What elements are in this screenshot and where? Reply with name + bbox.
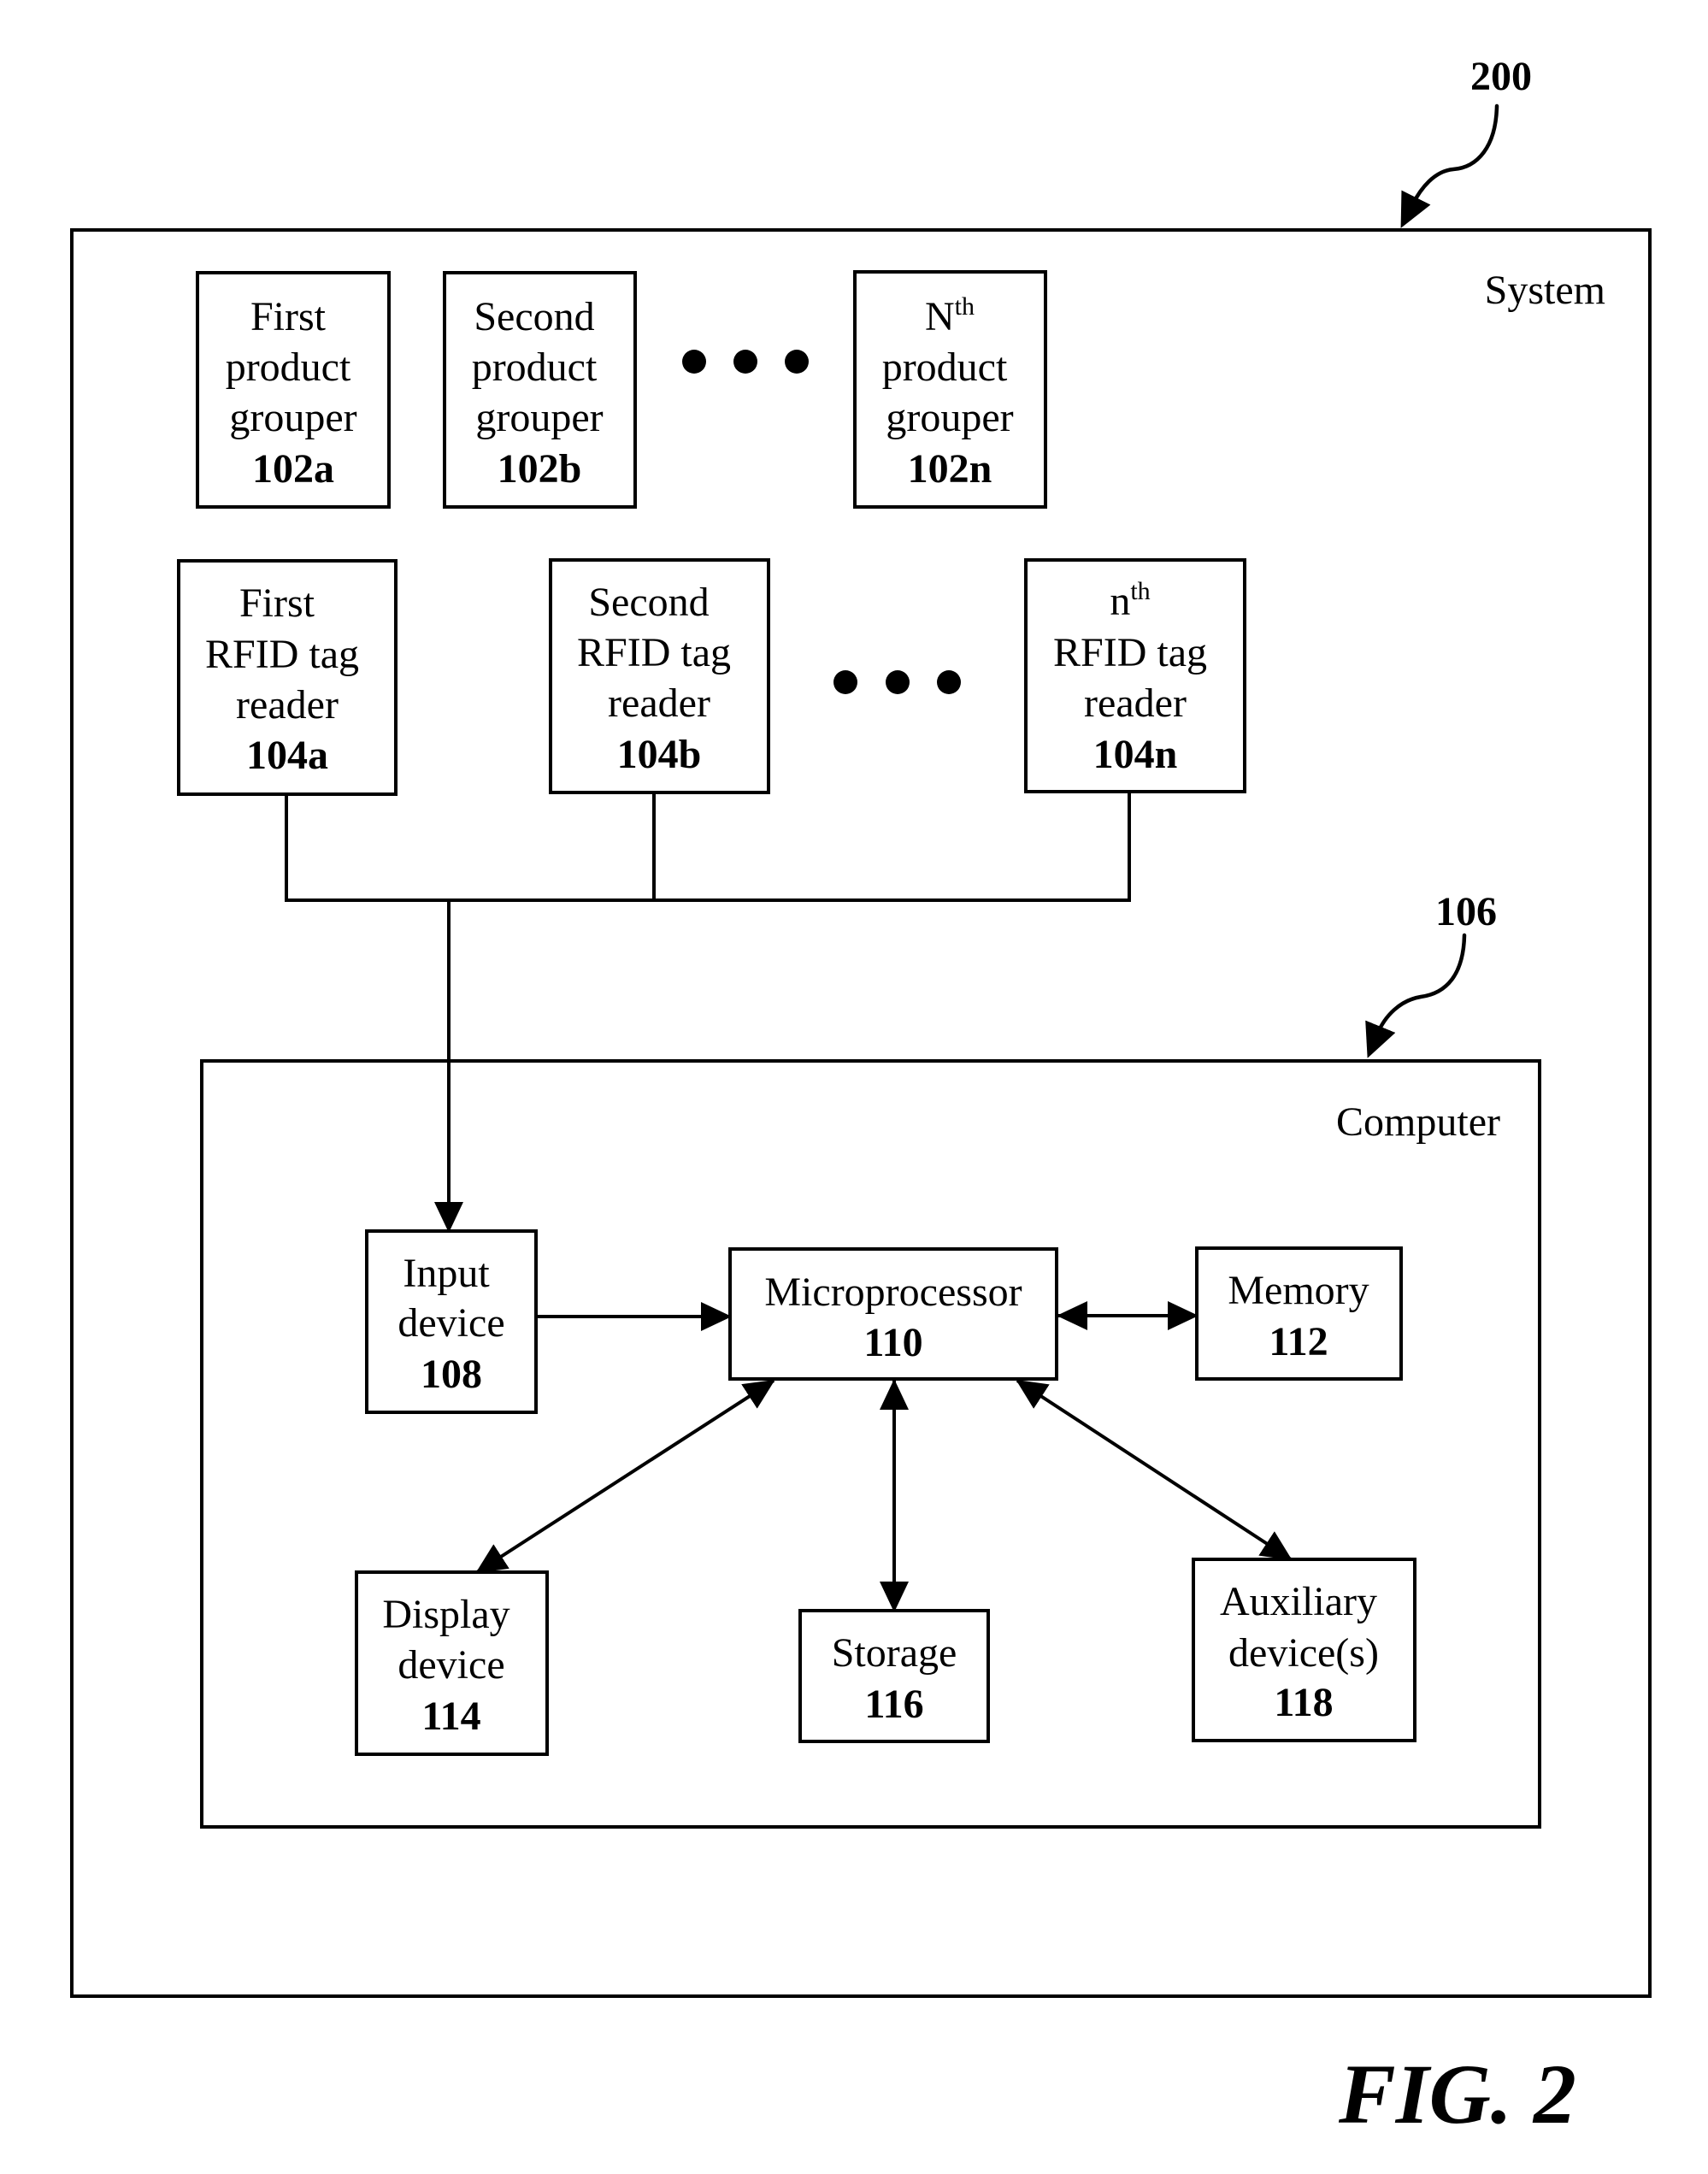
reader-line: RFID tag (1053, 630, 1207, 675)
grouper-line: product (882, 345, 1008, 390)
grouper-line: Second (474, 294, 594, 339)
reader-ref: 104b (617, 732, 702, 777)
ellipsis-dot (733, 350, 757, 374)
grouper-box: Nth product grouper 102n (853, 270, 1047, 509)
computer-leader-arrow (1365, 933, 1467, 1058)
microprocessor-auxiliary-arrow (1016, 1379, 1293, 1561)
microprocessor-label: Microprocessor (764, 1270, 1022, 1315)
ordinal-base: n (1110, 579, 1130, 624)
grouper-line: grouper (475, 395, 603, 440)
memory-box: Memory 112 (1195, 1246, 1403, 1381)
input-device-box: Input device 108 (365, 1229, 538, 1414)
grouper-ref: 102n (908, 446, 992, 492)
ellipsis-dot (886, 670, 910, 694)
storage-box: Storage 116 (798, 1609, 990, 1743)
system-ref-label: 200 (1470, 54, 1532, 99)
ellipsis-dot (937, 670, 961, 694)
ellipsis-readers (833, 670, 961, 694)
reader-box: First RFID tag reader 104a (177, 559, 398, 796)
ordinal-base: N (925, 294, 955, 339)
reader-line: Second (588, 580, 709, 625)
patent-figure: 200 System First product grouper 102a Se… (70, 54, 1652, 2142)
system-label: System (1485, 268, 1605, 313)
reader-line: reader (1084, 680, 1187, 726)
ellipsis-dot (785, 350, 809, 374)
reader-line: RFID tag (205, 632, 359, 677)
reader-line: reader (608, 680, 710, 726)
auxiliary-ref: 118 (1274, 1680, 1333, 1725)
grouper-box: Second product grouper 102b (443, 271, 637, 509)
grouper-line: product (472, 345, 598, 390)
display-device-ref: 114 (421, 1694, 480, 1739)
ordinal-superscript: th (955, 292, 975, 321)
computer-label: Computer (1336, 1099, 1500, 1145)
grouper-line: grouper (229, 395, 356, 440)
storage-ref: 116 (864, 1682, 923, 1727)
display-device-box: Display device 114 (355, 1570, 549, 1756)
grouper-line: grouper (886, 395, 1013, 440)
ordinal-superscript: th (1130, 577, 1150, 605)
reader-box: Second RFID tag reader 104b (549, 558, 770, 794)
grouper-box: First product grouper 102a (196, 271, 391, 509)
input-device-ref: 108 (421, 1352, 482, 1397)
figure-caption: FIG. 2 (1338, 2047, 1576, 2142)
input-device-line: device (398, 1300, 504, 1346)
reader-line: reader (236, 682, 339, 728)
auxiliary-line: Auxiliary (1220, 1579, 1377, 1624)
microprocessor-box: Microprocessor 110 (728, 1247, 1058, 1381)
memory-ref: 112 (1269, 1319, 1328, 1364)
system-leader-arrow (1400, 103, 1499, 228)
reader-line: First (239, 580, 315, 626)
auxiliary-line: device(s) (1228, 1630, 1379, 1676)
grouper-line: First (250, 294, 327, 339)
ellipsis-dot (833, 670, 857, 694)
reader-box: nth RFID tag reader 104n (1024, 558, 1246, 793)
ellipsis-dot (682, 350, 706, 374)
reader-ref: 104a (246, 733, 328, 778)
storage-label: Storage (832, 1630, 957, 1676)
reader-bus (285, 792, 1131, 1233)
grouper-ref: 102b (498, 446, 582, 492)
computer-ref-label: 106 (1435, 889, 1497, 934)
microprocessor-ref: 110 (863, 1320, 922, 1365)
grouper-ref: 102a (252, 446, 334, 492)
grouper-line: product (226, 345, 351, 390)
reader-line: RFID tag (577, 630, 731, 675)
input-device-line: Input (403, 1251, 490, 1296)
auxiliary-devices-box: Auxiliary device(s) 118 (1192, 1558, 1416, 1742)
display-device-line: Display (382, 1592, 509, 1637)
reader-ref: 104n (1093, 732, 1178, 777)
display-device-line: device (398, 1642, 504, 1688)
memory-label: Memory (1228, 1268, 1369, 1313)
svg-text:Second product gro: Second product grouper (472, 294, 608, 440)
ellipsis-groupers (682, 350, 809, 374)
